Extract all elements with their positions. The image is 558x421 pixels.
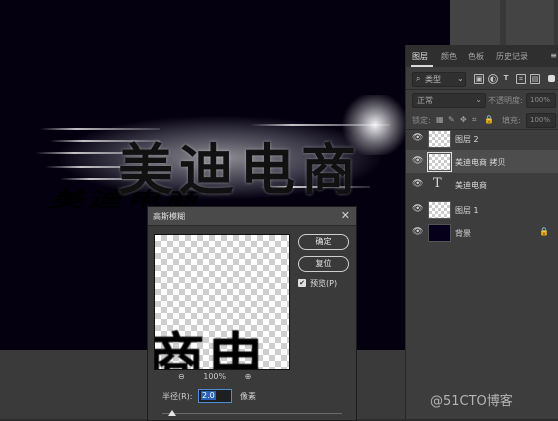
close-icon[interactable]: ✕ bbox=[341, 209, 350, 222]
layer-name: 美迪电商 bbox=[455, 181, 487, 190]
layers-panel: 图层 颜色 色板 历史记录 ≡ ⌕ 类型 ⌄ ▣ ◐ T ⌗ ▤ 正常 ⌄ 不透… bbox=[405, 45, 558, 419]
layer-row[interactable]: 👁 图层 1 bbox=[406, 198, 558, 221]
search-icon: ⌕ bbox=[416, 74, 421, 83]
eye-icon[interactable]: 👁 bbox=[412, 179, 423, 189]
blend-row: 正常 ⌄ 不透明度: 100% bbox=[406, 90, 558, 110]
fill-field[interactable]: 100% bbox=[526, 113, 556, 128]
layer-row[interactable]: 👁 背景 🔒 bbox=[406, 221, 558, 244]
blend-mode-select[interactable]: 正常 ⌄ bbox=[412, 93, 486, 108]
tab-layers[interactable]: 图层 bbox=[412, 51, 428, 62]
adjustment-filter-icon[interactable]: ◐ bbox=[488, 74, 498, 84]
opacity-label: 不透明度: bbox=[488, 96, 523, 105]
dock-panel-collapsed bbox=[450, 0, 500, 45]
radius-value: 2.0 bbox=[201, 391, 216, 400]
lock-label: 锁定: bbox=[412, 116, 431, 125]
eye-icon[interactable]: 👁 bbox=[412, 204, 423, 214]
layer-row[interactable]: 👁 T 美迪电商 bbox=[406, 173, 558, 196]
radius-slider-track[interactable] bbox=[162, 413, 342, 414]
tab-color[interactable]: 颜色 bbox=[441, 51, 457, 62]
zoom-in-icon[interactable]: ⊕ bbox=[245, 372, 252, 381]
lock-position-icon[interactable]: ✥ bbox=[460, 115, 467, 124]
zoom-level: 100% bbox=[203, 372, 227, 381]
type-filter-icon[interactable]: T bbox=[502, 74, 510, 82]
fill-label: 填充: bbox=[502, 116, 521, 125]
dialog-title: 高斯模糊 bbox=[153, 212, 185, 221]
filter-type-label: 类型 bbox=[425, 75, 441, 84]
zoom-row: ⊖ 100% ⊕ bbox=[178, 372, 251, 381]
gaussian-blur-dialog: 高斯模糊 ✕ 商电 确定 复位 ✔ 预览(P) ⊖ 100% ⊕ 半径(R): … bbox=[147, 206, 357, 421]
chevron-down-icon: ⌄ bbox=[475, 95, 482, 104]
filter-row: ⌕ 类型 ⌄ ▣ ◐ T ⌗ ▤ bbox=[406, 69, 558, 89]
layer-thumbnail bbox=[428, 224, 451, 242]
lock-icon: 🔒 bbox=[539, 227, 549, 236]
filter-type-select[interactable]: ⌕ 类型 ⌄ bbox=[412, 72, 466, 87]
lock-paint-icon[interactable]: ✎ bbox=[448, 115, 455, 124]
shape-filter-icon[interactable]: ⌗ bbox=[516, 74, 526, 84]
radius-unit: 像素 bbox=[240, 392, 256, 401]
filter-toggle[interactable] bbox=[548, 75, 555, 82]
layer-name: 背景 bbox=[455, 229, 471, 238]
tab-swatches[interactable]: 色板 bbox=[468, 51, 484, 62]
layer-name: 美迪电商 拷贝 bbox=[455, 158, 506, 167]
text-layer-icon: T bbox=[433, 176, 442, 191]
layer-row[interactable]: 👁 图层 2 bbox=[406, 127, 558, 150]
zoom-out-icon[interactable]: ⊖ bbox=[178, 372, 185, 381]
lock-all-icon[interactable]: 🔒 bbox=[484, 115, 494, 124]
chevron-down-icon: ⌄ bbox=[457, 74, 464, 83]
eye-icon[interactable]: 👁 bbox=[412, 227, 423, 237]
fill-value: 100% bbox=[530, 116, 551, 124]
radius-slider-thumb[interactable] bbox=[168, 410, 176, 416]
tab-history[interactable]: 历史记录 bbox=[496, 51, 528, 62]
lock-artboard-icon[interactable]: ⌗ bbox=[472, 115, 477, 125]
panel-tabs: 图层 颜色 色板 历史记录 ≡ bbox=[406, 45, 558, 67]
layer-row-selected[interactable]: 👁 美迪电商 拷贝 bbox=[406, 150, 558, 173]
eye-icon[interactable]: 👁 bbox=[412, 156, 423, 166]
radius-input[interactable]: 2.0 bbox=[198, 389, 232, 403]
radius-label: 半径(R): bbox=[162, 392, 193, 401]
layer-thumbnail bbox=[427, 152, 452, 172]
layer-name: 图层 1 bbox=[455, 206, 479, 215]
layer-thumbnail bbox=[428, 130, 451, 148]
eye-icon[interactable]: 👁 bbox=[412, 133, 423, 143]
preview-checkbox-label: 预览(P) bbox=[310, 279, 338, 288]
preview-glyphs: 商电 bbox=[154, 326, 268, 370]
canvas-title-text: 美迪电商 bbox=[118, 138, 363, 202]
smart-object-filter-icon[interactable]: ▤ bbox=[530, 74, 540, 84]
image-filter-icon[interactable]: ▣ bbox=[474, 74, 484, 84]
lock-transparency-icon[interactable]: ▦ bbox=[436, 115, 444, 124]
opacity-field[interactable]: 100% bbox=[526, 93, 556, 108]
ok-button[interactable]: 确定 bbox=[298, 234, 349, 250]
watermark: @51CTO博客 bbox=[430, 394, 513, 409]
opacity-value: 100% bbox=[530, 96, 551, 104]
reset-button[interactable]: 复位 bbox=[298, 256, 349, 272]
blur-preview[interactable]: 商电 bbox=[154, 234, 290, 370]
active-tab-indicator bbox=[411, 65, 433, 67]
preview-checkbox[interactable]: ✔ bbox=[298, 279, 306, 287]
blend-mode-value: 正常 bbox=[417, 96, 433, 105]
dialog-title-bar[interactable]: 高斯模糊 ✕ bbox=[148, 207, 356, 226]
hamburger-menu-icon[interactable]: ≡ bbox=[550, 51, 557, 60]
dock-panel-collapsed bbox=[506, 0, 554, 45]
layer-name: 图层 2 bbox=[455, 135, 479, 144]
layer-thumbnail bbox=[428, 201, 451, 219]
